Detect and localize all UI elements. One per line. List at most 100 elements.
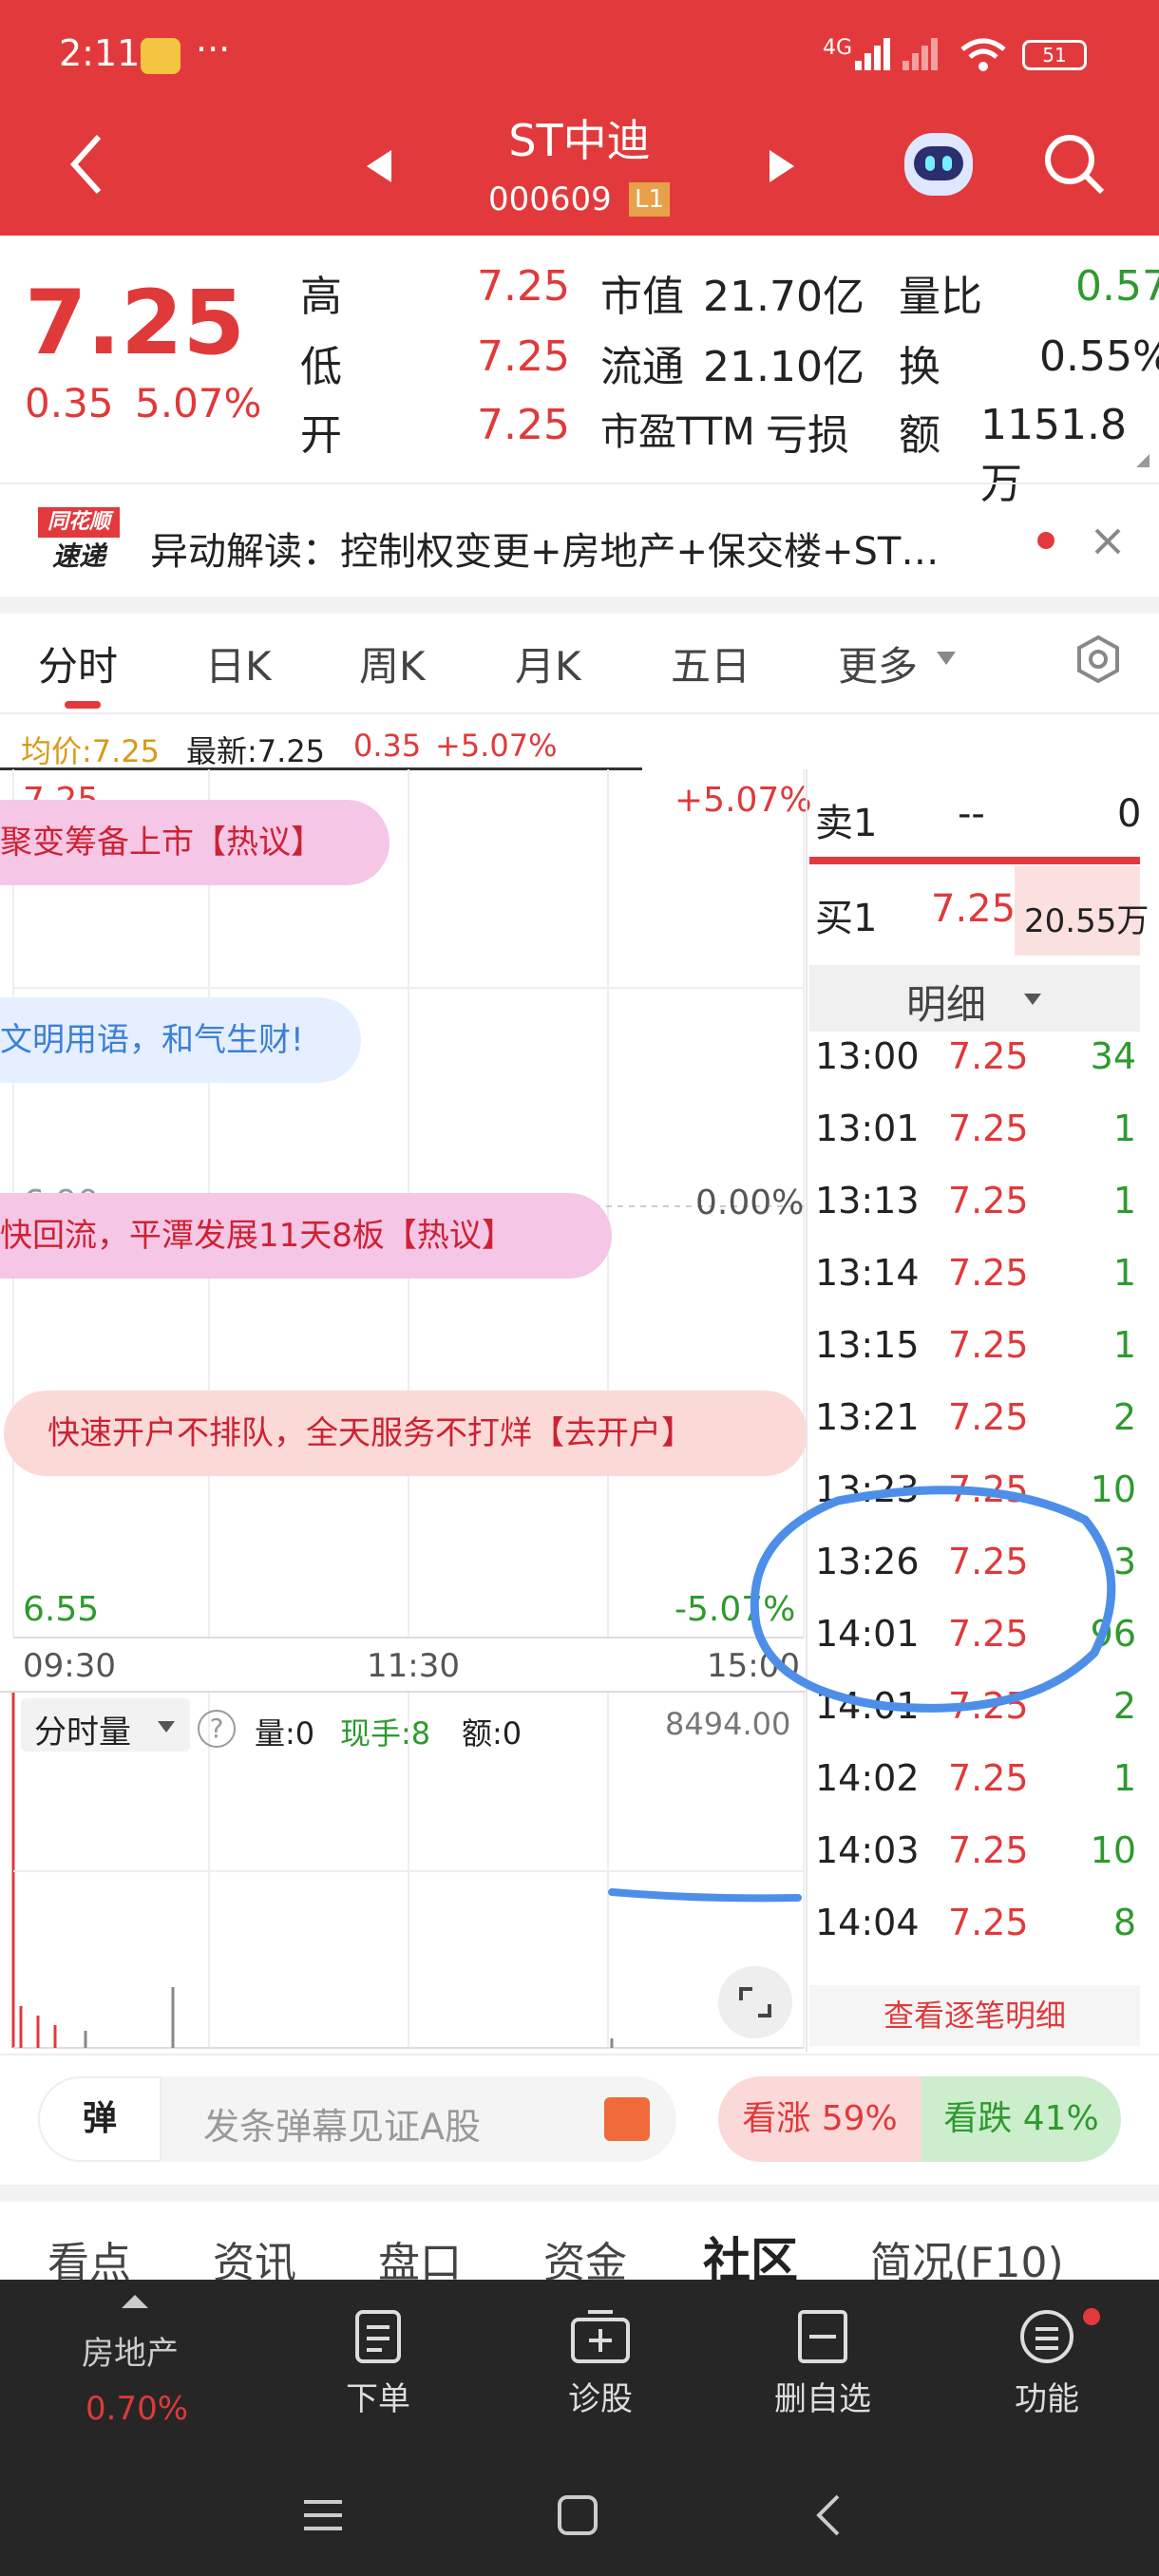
sell1-price: -- (958, 792, 985, 836)
trade-price: 7.25 (948, 1252, 1029, 1294)
chevron-down-icon (1024, 994, 1041, 1005)
danmu-toggle-icon[interactable]: 弹 (38, 2076, 162, 2162)
robot-icon[interactable] (904, 133, 973, 196)
active-tab-indicator (65, 701, 101, 709)
bullish-vote-button[interactable]: 看涨 59% (718, 2076, 922, 2162)
view-all-trades-button[interactable]: 查看逐笔明细 (809, 1985, 1140, 2046)
stock-code: 000609 (488, 180, 612, 218)
expand-corner-icon[interactable] (1136, 454, 1150, 467)
tab-more[interactable]: 更多 (838, 635, 918, 692)
open-value: 7.25 (477, 401, 570, 449)
low-value: 7.25 (477, 332, 570, 381)
prev-stock-icon[interactable] (365, 148, 393, 184)
sector-pct: 0.70% (86, 2390, 189, 2428)
danmu-bubble[interactable]: 快回流，平潭发展11天8板【热议】 (0, 1193, 612, 1279)
trade-time: 13:01 (815, 1108, 920, 1149)
news-logo-bottom: 速递 (51, 540, 105, 572)
danmu-bubble[interactable]: 聚变筹备上市【热议】 (0, 800, 390, 885)
amount-value: 1151.8万 (980, 401, 1127, 508)
chevron-down-icon (158, 1721, 175, 1733)
float-value: 21.10亿 (703, 343, 864, 391)
divider (0, 712, 1159, 714)
gift-icon[interactable] (604, 2097, 650, 2141)
view-all-label: 查看逐笔明细 (883, 1998, 1066, 2034)
y-axis-mid-pct: 0.00% (695, 1184, 805, 1222)
close-icon[interactable] (1092, 526, 1123, 557)
pe-value: 亏损 (766, 411, 849, 460)
avg-price-legend: 均价:7.25 (21, 733, 161, 769)
comment-input[interactable]: 弹 发条弹幕见证A股 (38, 2076, 676, 2162)
book-divider (809, 857, 1140, 864)
tab-week-k[interactable]: 周K (359, 635, 426, 692)
menu-icon (1020, 2310, 1074, 2363)
news-logo-top: 同花顺 (38, 507, 120, 538)
trade-time: 13:13 (815, 1180, 920, 1222)
fullscreen-icon (739, 1987, 771, 2017)
trade-volume: 34 (1090, 1035, 1136, 1077)
trade-volume: 1 (1112, 1757, 1136, 1799)
change-legend: 0.35 (353, 728, 422, 764)
current-hand: 现手:8 (340, 1715, 431, 1752)
bearish-vote-button[interactable]: 看跌 41% (922, 2076, 1121, 2162)
remove-label: 删自选 (774, 2380, 871, 2418)
wifi-icon (960, 38, 1006, 71)
tab-five-day[interactable]: 五日 (671, 635, 750, 692)
trade-volume: 1 (1112, 1252, 1136, 1294)
trade-time: 14:02 (815, 1757, 920, 1799)
trade-volume: 1 (1112, 1324, 1136, 1366)
price-pct: 5.07% (135, 380, 262, 426)
open-label: 开 (300, 411, 342, 460)
tab-month-k[interactable]: 月K (515, 635, 581, 692)
notification-dot (1083, 2308, 1100, 2325)
latest-legend: 最新:7.25 (186, 733, 326, 769)
remove-watchlist-button[interactable]: 删自选 (756, 2308, 889, 2419)
sell1-label: 卖1 (815, 802, 878, 845)
trade-row: 13:00 7.25 34 (815, 1020, 1138, 1092)
back-nav-icon[interactable] (813, 2492, 842, 2538)
trade-row: 13:21 7.25 2 (815, 1381, 1138, 1453)
danmu-bubble[interactable]: 快速开户不排队，全天服务不打烊【去开户】 (4, 1391, 808, 1476)
trade-row: 14:03 7.25 10 (815, 1814, 1138, 1886)
home-icon[interactable] (557, 2494, 598, 2536)
trade-price: 7.25 (948, 1108, 1029, 1149)
tab-day-k[interactable]: 日K (205, 635, 272, 692)
bottom-toolbar: 房地产 0.70% 下单 诊股 删自选 功能 (0, 2280, 1159, 2576)
comment-placeholder: 发条弹幕见证A股 (203, 2106, 481, 2148)
y-axis-top-pct: +5.07% (674, 781, 812, 820)
help-icon[interactable]: ? (198, 1710, 236, 1748)
sector-name[interactable]: 房地产 (82, 2327, 179, 2374)
divider (806, 769, 808, 2052)
divider (0, 2185, 1159, 2202)
level-badge: L1 (629, 182, 671, 217)
trade-price: 7.25 (948, 1829, 1029, 1871)
danmu-text: 文明用语，和气生财! (0, 1021, 304, 1059)
danmu-bubble[interactable]: 文明用语，和气生财! (0, 997, 361, 1083)
bearish-label: 看跌 41% (943, 2099, 1099, 2138)
annotation-line (608, 1888, 802, 1903)
stock-name: ST中迪 (508, 115, 651, 166)
search-icon[interactable] (1043, 133, 1106, 196)
news-text[interactable]: 异动解读：控制权变更+房地产+保交楼+ST… (150, 521, 939, 576)
trade-price: 7.25 (948, 1396, 1029, 1438)
trade-time: 14:03 (815, 1829, 920, 1871)
fullscreen-button[interactable] (718, 1966, 792, 2038)
news-logo: 同花顺 速递 (38, 507, 120, 576)
order-button[interactable]: 下单 (312, 2308, 445, 2419)
recent-apps-icon[interactable] (302, 2496, 344, 2534)
tab-fenshi[interactable]: 分时 (38, 635, 118, 692)
volume-type-dropdown[interactable]: 分时量 (21, 1698, 190, 1752)
settings-icon[interactable] (1074, 635, 1123, 684)
trade-time: 13:21 (815, 1396, 920, 1438)
back-icon[interactable] (68, 133, 106, 196)
status-dots: ··· (196, 28, 231, 70)
danmu-text: 快回流，平潭发展11天8板【热议】 (0, 1217, 514, 1255)
expand-up-icon[interactable] (122, 2295, 148, 2308)
vr-value: 0.57 (1075, 262, 1159, 311)
diagnose-button[interactable]: 诊股 (534, 2308, 667, 2419)
weibo-icon (141, 38, 180, 74)
price-change: 0.35 (25, 380, 114, 426)
header: 2:11 ··· 4G 51 ST中迪 000609 L1 (0, 0, 1159, 236)
trade-volume: 2 (1112, 1396, 1136, 1438)
next-stock-icon[interactable] (768, 148, 796, 184)
trade-volume: 8 (1112, 1902, 1136, 1943)
